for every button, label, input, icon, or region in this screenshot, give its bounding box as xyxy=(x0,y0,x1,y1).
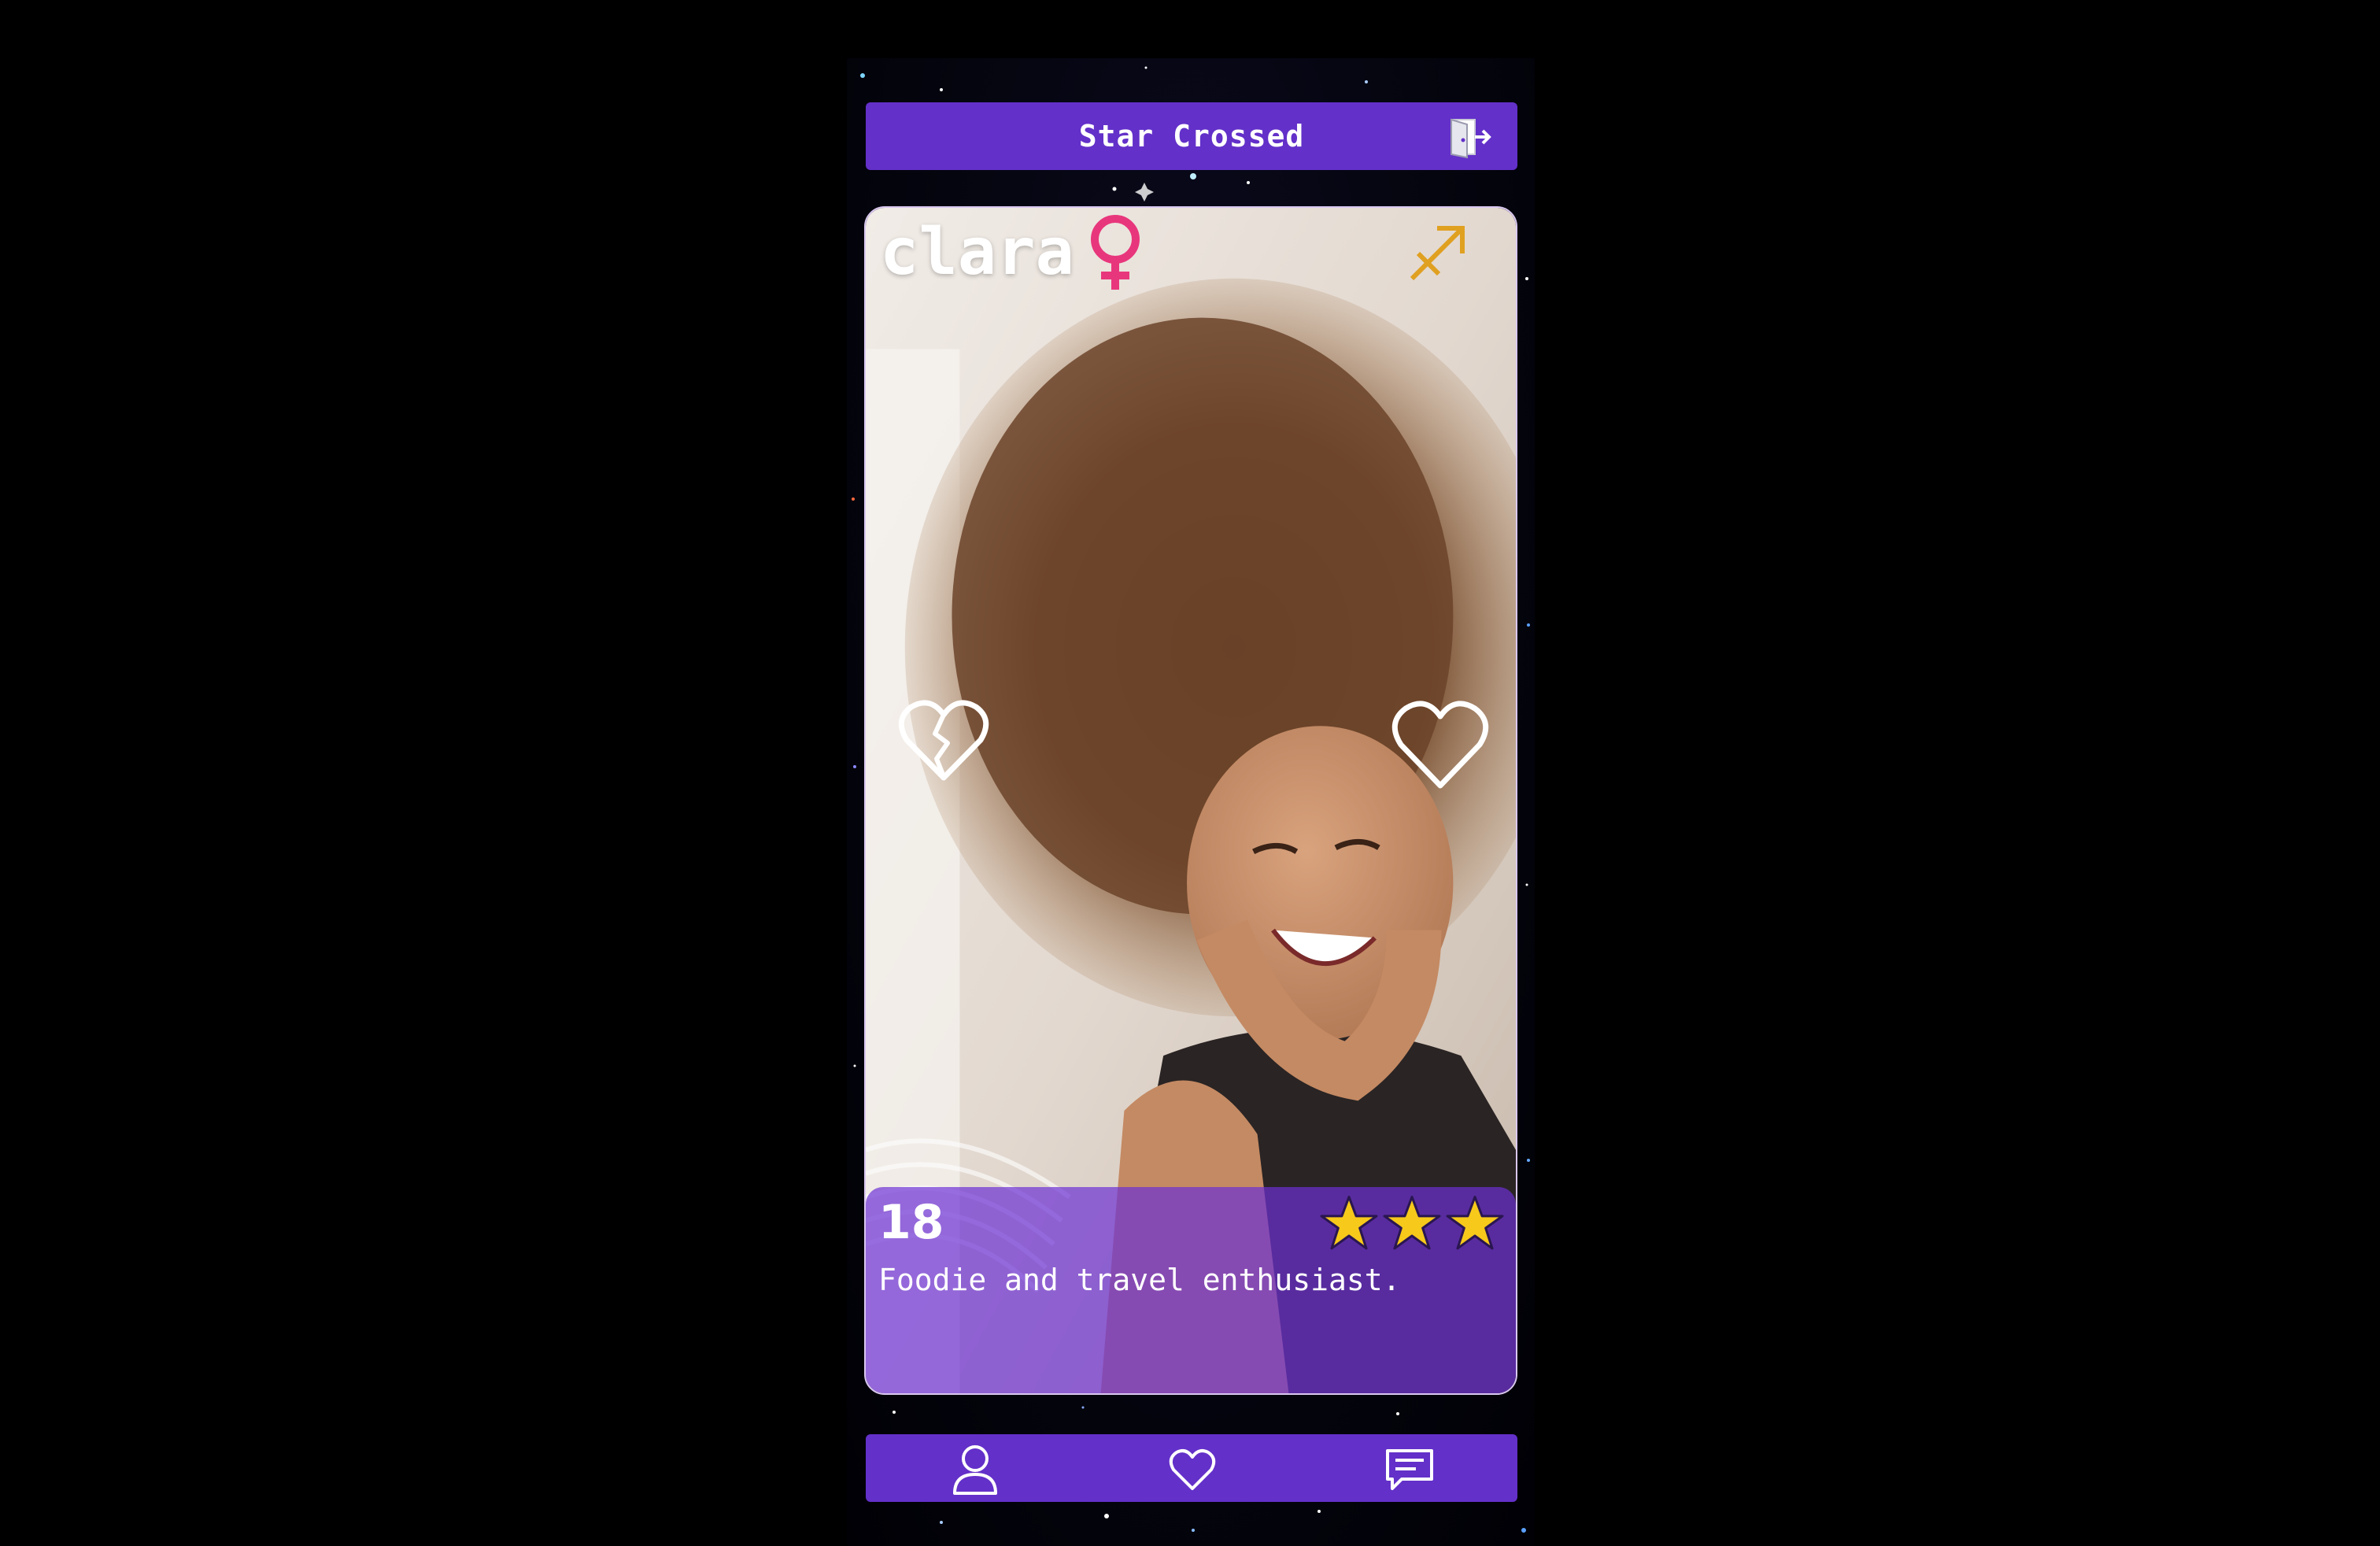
nav-profile-button[interactable] xyxy=(948,1442,1003,1497)
profile-name: clara xyxy=(880,214,1074,290)
star-icon xyxy=(1320,1196,1378,1250)
logout-button[interactable] xyxy=(1445,113,1495,161)
sagittarius-icon xyxy=(1410,226,1465,281)
profile-card[interactable]: clara 18 Foodie and travel enthusiast. xyxy=(864,206,1517,1395)
broken-heart-icon xyxy=(898,700,989,781)
dislike-button[interactable] xyxy=(896,693,992,789)
heart-icon xyxy=(1391,701,1489,789)
logout-door-icon xyxy=(1451,118,1491,159)
star-icon xyxy=(1446,1196,1504,1250)
nav-likes-button[interactable] xyxy=(1165,1442,1220,1497)
app-title: Star Crossed xyxy=(1078,119,1305,153)
app-header: Star Crossed xyxy=(866,102,1517,170)
female-symbol-icon xyxy=(1090,215,1140,290)
heart-icon xyxy=(1169,1449,1216,1490)
name-row: clara xyxy=(880,213,1148,291)
screen: Star Crossed clara 18 Foodie and travel … xyxy=(0,0,2380,1546)
chat-bubble-icon xyxy=(1386,1449,1433,1490)
profile-bio: Foodie and travel enthusiast. xyxy=(878,1263,1401,1297)
compatibility-rating xyxy=(1316,1193,1505,1253)
profile-info-panel: 18 Foodie and travel enthusiast. xyxy=(866,1187,1516,1393)
like-button[interactable] xyxy=(1388,693,1492,797)
bottom-nav xyxy=(866,1434,1517,1502)
person-icon xyxy=(953,1445,997,1495)
app-window: Star Crossed clara 18 Foodie and travel … xyxy=(847,58,1535,1546)
profile-age: 18 xyxy=(878,1195,944,1250)
star-icon xyxy=(1383,1196,1441,1250)
nav-chat-button[interactable] xyxy=(1382,1442,1437,1497)
